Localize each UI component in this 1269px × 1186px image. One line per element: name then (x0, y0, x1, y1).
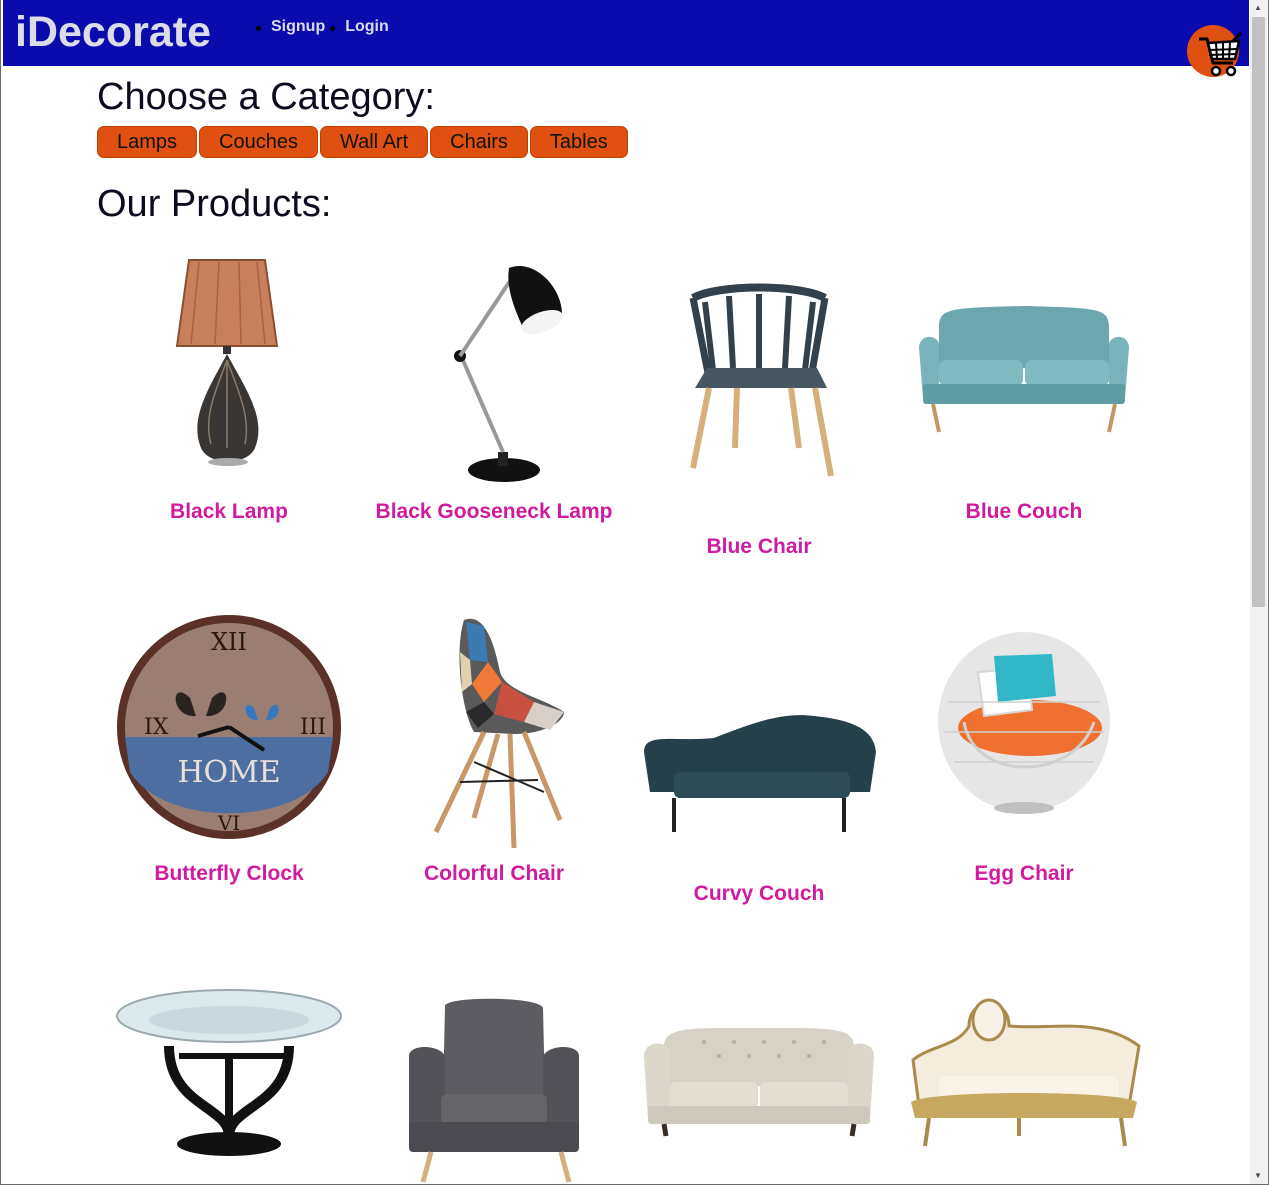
shopping-cart-icon[interactable] (1187, 23, 1243, 83)
product-name[interactable]: Blue Couch (894, 495, 1154, 528)
category-buttons: Lamps Couches Wall Art Chairs Tables (97, 126, 630, 158)
product-name[interactable]: Curvy Couch (629, 877, 889, 910)
product-card[interactable]: HOME XII IX III VI Butterfly Clock (99, 612, 359, 902)
product-name[interactable]: Colorful Chair (364, 857, 624, 890)
signup-link[interactable]: Signup (255, 18, 325, 36)
wall-clock-image: HOME XII IX III VI (117, 615, 341, 839)
desk-lamp-image (454, 266, 563, 482)
chesterfield-sofa-image (644, 1027, 874, 1137)
armchair-image (409, 998, 579, 1183)
product-name[interactable]: Black Lamp (99, 495, 359, 528)
category-button-lamps[interactable]: Lamps (97, 126, 198, 158)
svg-text:VI: VI (217, 811, 240, 835)
glass-table-image (116, 989, 342, 1156)
scrollbar-thumb[interactable] (1252, 17, 1265, 607)
category-heading: Choose a Category: (97, 76, 435, 118)
svg-text:HOME: HOME (177, 755, 280, 790)
product-card[interactable] (894, 986, 1154, 1184)
patchwork-chair-image (433, 618, 564, 849)
svg-text:III: III (300, 715, 326, 740)
product-name[interactable]: Black Gooseneck Lamp (364, 495, 624, 528)
product-card[interactable] (364, 986, 624, 1184)
product-card[interactable]: Curvy Couch (629, 612, 889, 922)
brand-logo[interactable]: iDecorate (15, 8, 211, 57)
category-button-tables[interactable]: Tables (529, 126, 628, 158)
svg-text:IX: IX (144, 715, 169, 740)
category-button-wall-art[interactable]: Wall Art (319, 126, 429, 158)
product-card[interactable]: Blue Couch (894, 248, 1154, 538)
product-name[interactable]: Blue Chair (629, 530, 889, 563)
scroll-up-arrow-icon[interactable]: ▲ (1254, 3, 1262, 12)
vertical-scrollbar[interactable]: ▲ ▼ (1250, 0, 1267, 1184)
navbar: iDecorate Signup Login (3, 0, 1249, 66)
product-card[interactable]: Blue Chair (629, 248, 889, 568)
scroll-down-arrow-icon[interactable]: ▼ (1254, 1171, 1262, 1180)
login-link[interactable]: Login (330, 18, 389, 36)
curvy-sofa-image (644, 715, 876, 832)
category-button-chairs[interactable]: Chairs (430, 126, 528, 158)
baroque-sofa-image (911, 998, 1141, 1147)
svg-text:XII: XII (211, 628, 247, 656)
product-card[interactable]: Colorful Chair (364, 612, 624, 902)
product-card[interactable] (629, 986, 889, 1184)
egg-chair-image (938, 632, 1110, 814)
product-card[interactable]: Black Lamp (99, 248, 359, 538)
nav-links: Signup Login (251, 18, 389, 36)
browser-viewport: iDecorate Signup Login Choose a Category… (0, 0, 1269, 1185)
product-card[interactable]: Egg Chair (894, 612, 1154, 902)
product-name[interactable]: Butterfly Clock (99, 857, 359, 890)
products-heading: Our Products: (97, 183, 332, 225)
product-card[interactable] (99, 986, 359, 1184)
category-button-couches[interactable]: Couches (199, 126, 318, 158)
product-name[interactable]: Egg Chair (894, 857, 1154, 890)
table-lamp-image (175, 259, 279, 466)
product-card[interactable]: Black Gooseneck Lamp (364, 248, 624, 568)
wooden-chair-image (689, 283, 834, 477)
loveseat-image (919, 306, 1129, 433)
